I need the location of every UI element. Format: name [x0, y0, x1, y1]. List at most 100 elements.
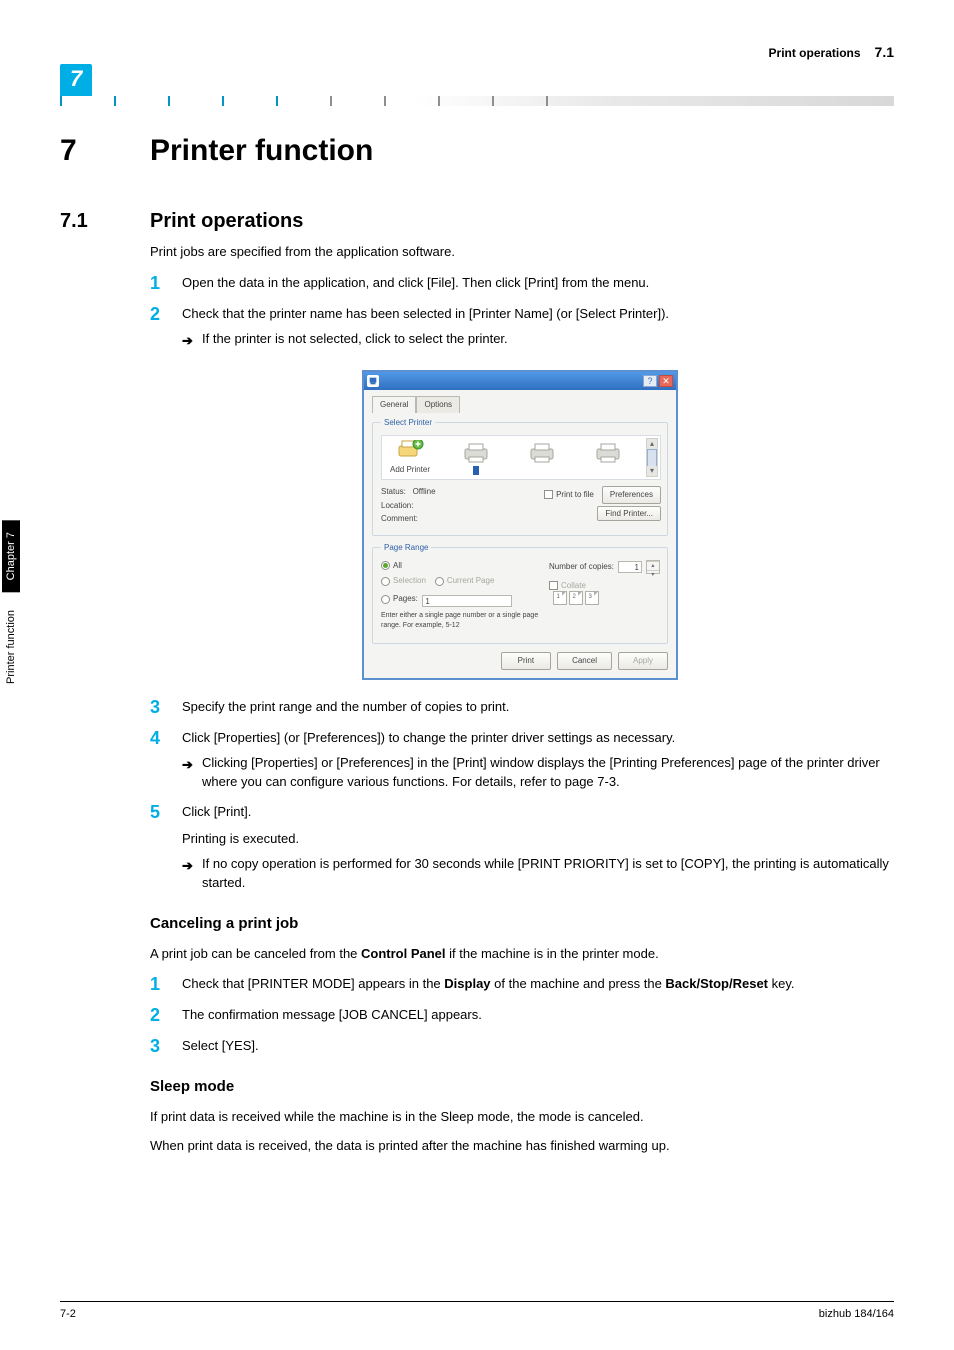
comment-label: Comment: [381, 513, 436, 525]
radio-all[interactable]: All [381, 560, 402, 572]
cancel-step-1: 1 Check that [PRINTER MODE] appears in t… [150, 975, 890, 994]
radio-selection-label: Selection [393, 575, 426, 587]
add-printer-label: Add Printer [390, 464, 430, 476]
print-dialog-figure: ? ✕ General Options Select Printer [362, 370, 678, 680]
step-5-line2: Printing is executed. [182, 830, 890, 849]
printer-item-2[interactable] [516, 442, 568, 475]
procedure-a-cont: 3 Specify the print range and the number… [150, 698, 890, 893]
chapter-badge-row: 7 [60, 70, 894, 96]
printer-app-icon [367, 375, 379, 387]
step-2: 2 Check that the printer name has been s… [150, 305, 890, 349]
step-5-text: Click [Print]. [182, 803, 890, 822]
copies-spinner[interactable]: ▴▾ [646, 560, 660, 574]
side-label: Printer function [5, 598, 17, 696]
print-to-file-label: Print to file [556, 489, 594, 501]
printer-1-label [473, 466, 479, 475]
radio-pages-label: Pages: [393, 593, 418, 605]
step-5: 5 Click [Print]. Printing is executed. ➔… [150, 803, 890, 892]
printer-list-scrollbar[interactable]: ▴ ▾ [646, 438, 658, 478]
printer-item-1[interactable] [450, 442, 502, 475]
chapter-number: 7 [60, 134, 150, 168]
printer-icon [528, 442, 556, 464]
section-title: Print operations [150, 210, 303, 233]
apply-button: Apply [618, 652, 668, 670]
chapter-title: Printer function [150, 134, 373, 168]
page-range-group: Page Range All Selection Current Page [372, 542, 668, 645]
page-range-legend: Page Range [381, 542, 431, 554]
cancel-step-2-text: The confirmation message [JOB CANCEL] ap… [182, 1006, 890, 1025]
printer-list[interactable]: Add Printer [381, 435, 661, 481]
tab-options[interactable]: Options [416, 396, 460, 413]
cancel-step-1-text: Check that [PRINTER MODE] appears in the… [182, 975, 890, 994]
scroll-down-icon[interactable]: ▾ [647, 466, 657, 476]
find-printer-button[interactable]: Find Printer... [597, 506, 661, 521]
cancel-intro: A print job can be canceled from the Con… [150, 945, 890, 964]
printer-3-label [607, 466, 609, 475]
step-1-text: Open the data in the application, and cl… [182, 274, 890, 293]
running-header: Print operations 7.1 [60, 44, 894, 60]
help-button[interactable]: ? [643, 375, 657, 387]
arrow-icon: ➔ [182, 756, 193, 775]
radio-selection: Selection [381, 575, 426, 587]
print-button[interactable]: Print [501, 652, 551, 670]
dialog-tabs: General Options [372, 396, 668, 413]
cancel-step-3-text: Select [YES]. [182, 1037, 890, 1056]
arrow-icon: ➔ [182, 332, 193, 351]
procedure-cancel: 1 Check that [PRINTER MODE] appears in t… [150, 975, 890, 1056]
step-3: 3 Specify the print range and the number… [150, 698, 890, 717]
cancel-heading: Canceling a print job [150, 913, 890, 935]
footer-page: 7-2 [60, 1308, 76, 1320]
tab-general[interactable]: General [372, 396, 416, 413]
printer-item-3[interactable] [582, 442, 634, 475]
location-label: Location: [381, 500, 436, 512]
intro-paragraph: Print jobs are specified from the applic… [150, 243, 890, 262]
chapter-badge: 7 [60, 64, 92, 96]
header-section-title: Print operations [769, 46, 861, 60]
side-chapter: Chapter 7 [2, 520, 20, 592]
step-1: 1 Open the data in the application, and … [150, 274, 890, 293]
dialog-titlebar: ? ✕ [364, 372, 676, 390]
status-label: Status: [381, 487, 406, 496]
collate-label: Collate [561, 580, 586, 592]
select-printer-group: Select Printer Add Printer [372, 417, 668, 536]
section-number: 7.1 [60, 210, 150, 233]
select-printer-legend: Select Printer [381, 417, 435, 429]
arrow-icon: ➔ [182, 857, 193, 876]
step-2-sub-text: If the printer is not selected, click to… [202, 331, 508, 346]
add-printer-item[interactable]: Add Printer [384, 440, 436, 476]
step-4-sub-text: Clicking [Properties] or [Preferences] i… [202, 755, 880, 789]
procedure-a: 1 Open the data in the application, and … [150, 274, 890, 349]
copies-input[interactable]: 1 [618, 561, 642, 573]
sleep-p1: If print data is received while the mach… [150, 1108, 890, 1127]
side-tab: Chapter 7 Printer function [0, 520, 22, 770]
collate-checkbox: Collate [549, 580, 661, 592]
decorative-stripe [60, 96, 894, 106]
section-heading: 7.1 Print operations [60, 210, 894, 233]
status-value: Offline [413, 487, 436, 496]
header-section-number: 7.1 [875, 44, 894, 60]
radio-all-label: All [393, 560, 402, 572]
body-content: Print jobs are specified from the applic… [150, 243, 890, 1155]
step-2-text: Check that the printer name has been sel… [182, 305, 890, 324]
preferences-button[interactable]: Preferences [602, 486, 661, 504]
step-4: 4 Click [Properties] (or [Preferences]) … [150, 729, 890, 792]
chapter-heading: 7 Printer function [60, 134, 894, 168]
footer-product: bizhub 184/164 [819, 1308, 894, 1320]
print-dialog: ? ✕ General Options Select Printer [362, 370, 678, 680]
pages-hint: Enter either a single page number or a s… [381, 611, 543, 631]
step-4-sub: ➔ Clicking [Properties] or [Preferences]… [182, 754, 890, 792]
page: Print operations 7.1 7 7 Printer functio… [0, 0, 954, 1350]
print-to-file-checkbox[interactable]: Print to file [544, 489, 594, 501]
pages-input[interactable]: 1 [422, 595, 512, 607]
cancel-button[interactable]: Cancel [557, 652, 612, 670]
collate-icon: 1 2 3 [553, 591, 599, 605]
close-button[interactable]: ✕ [659, 375, 673, 387]
cancel-step-2: 2 The confirmation message [JOB CANCEL] … [150, 1006, 890, 1025]
radio-current-page: Current Page [435, 575, 495, 587]
radio-pages[interactable]: Pages: [381, 593, 418, 605]
scroll-up-icon[interactable]: ▴ [647, 439, 657, 449]
step-5-sub-text: If no copy operation is performed for 30… [202, 856, 889, 890]
printer-icon [594, 442, 622, 464]
add-printer-icon [396, 440, 424, 462]
printer-icon [462, 442, 490, 464]
